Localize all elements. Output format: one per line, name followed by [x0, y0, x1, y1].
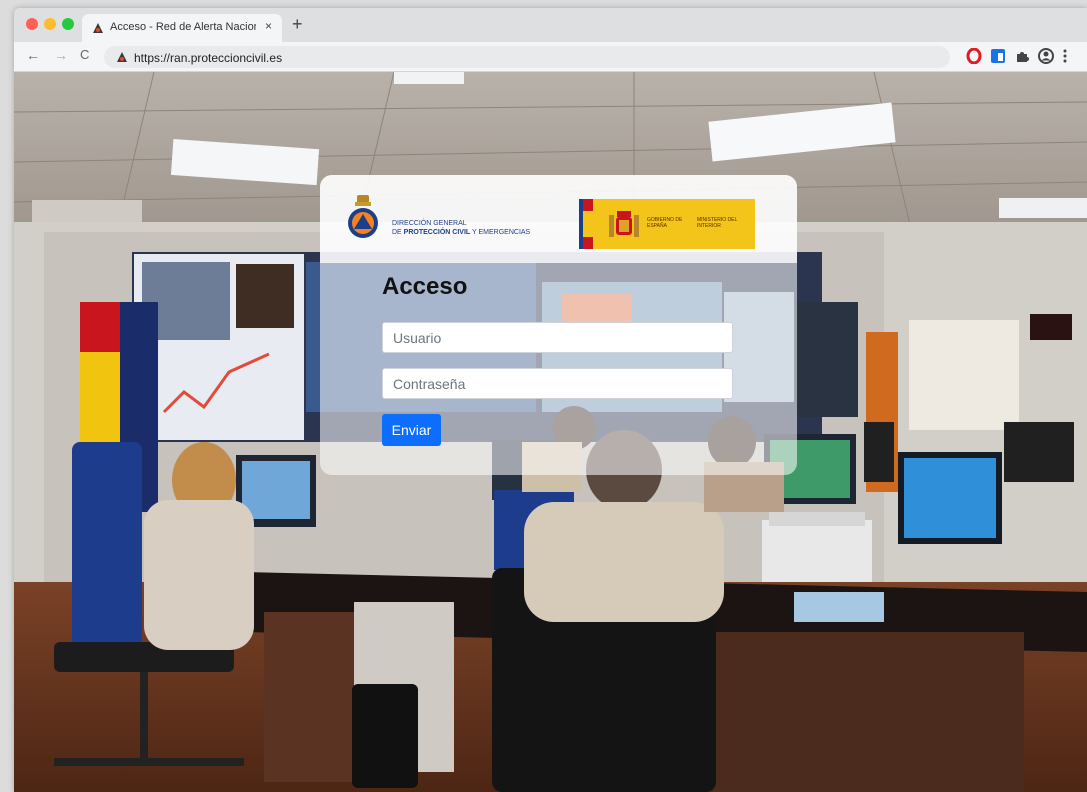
login-title: Acceso [382, 273, 468, 300]
gobierno-de-espana-logo: GOBIERNO DE ESPAÑA MINISTERIO DEL INTERI… [579, 199, 755, 249]
org-name-suffix: Y EMERGENCIAS [470, 229, 531, 236]
site-info-icon[interactable] [116, 51, 128, 63]
opera-icon[interactable] [966, 48, 982, 64]
org-name-line1: DIRECCIÓN GENERAL [392, 220, 467, 227]
close-window-button[interactable] [26, 18, 38, 30]
back-button[interactable]: ← [26, 47, 40, 63]
tab-close-icon[interactable]: × [265, 19, 272, 33]
tab-title: Acceso - Red de Alerta Nacional [110, 21, 256, 33]
login-card: DIRECCIÓN GENERAL DE PROTECCIÓN CIVIL Y … [320, 175, 797, 475]
address-bar[interactable]: https://ran.proteccioncivil.es [104, 46, 950, 68]
profile-icon[interactable] [1038, 48, 1054, 64]
forward-button[interactable]: → [54, 47, 68, 63]
new-tab-button[interactable]: + [292, 14, 303, 35]
org-name-bold: PROTECCIÓN CIVIL [403, 229, 471, 236]
browser-toolbar: ← → C https://ran.proteccioncivil.es [14, 42, 1087, 72]
org-name-prefix: DE [392, 229, 404, 236]
reload-button[interactable]: C [80, 47, 89, 62]
proteccion-civil-emblem-icon [348, 195, 378, 238]
submit-button[interactable]: Enviar [382, 414, 441, 446]
browser-tab[interactable]: Acceso - Red de Alerta Nacional × [82, 14, 282, 42]
maximize-window-button[interactable] [62, 18, 74, 30]
ministerio-text: MINISTERIO DEL INTERIOR [697, 217, 738, 229]
page-content: DIRECCIÓN GENERAL DE PROTECCIÓN CIVIL Y … [14, 72, 1087, 792]
favicon-icon [93, 23, 103, 33]
menu-icon[interactable] [1062, 48, 1068, 64]
url-text: https://ran.proteccioncivil.es [134, 51, 283, 65]
spain-flag-icon [579, 199, 593, 249]
minimize-window-button[interactable] [44, 18, 56, 30]
translate-icon[interactable] [990, 48, 1006, 64]
puzzle-icon[interactable] [1014, 48, 1030, 64]
org-name-line2: DE PROTECCIÓN CIVIL Y EMERGENCIAS [392, 229, 530, 236]
gobierno-text: GOBIERNO DE ESPAÑA [647, 217, 683, 229]
tab-strip: Acceso - Red de Alerta Nacional × + [14, 8, 1087, 42]
browser-window: Acceso - Red de Alerta Nacional × + ← → … [14, 8, 1087, 792]
username-input[interactable] [382, 322, 733, 353]
password-input[interactable] [382, 368, 733, 399]
spain-coat-of-arms-icon [609, 211, 639, 237]
login-card-header: DIRECCIÓN GENERAL DE PROTECCIÓN CIVIL Y … [320, 175, 797, 263]
